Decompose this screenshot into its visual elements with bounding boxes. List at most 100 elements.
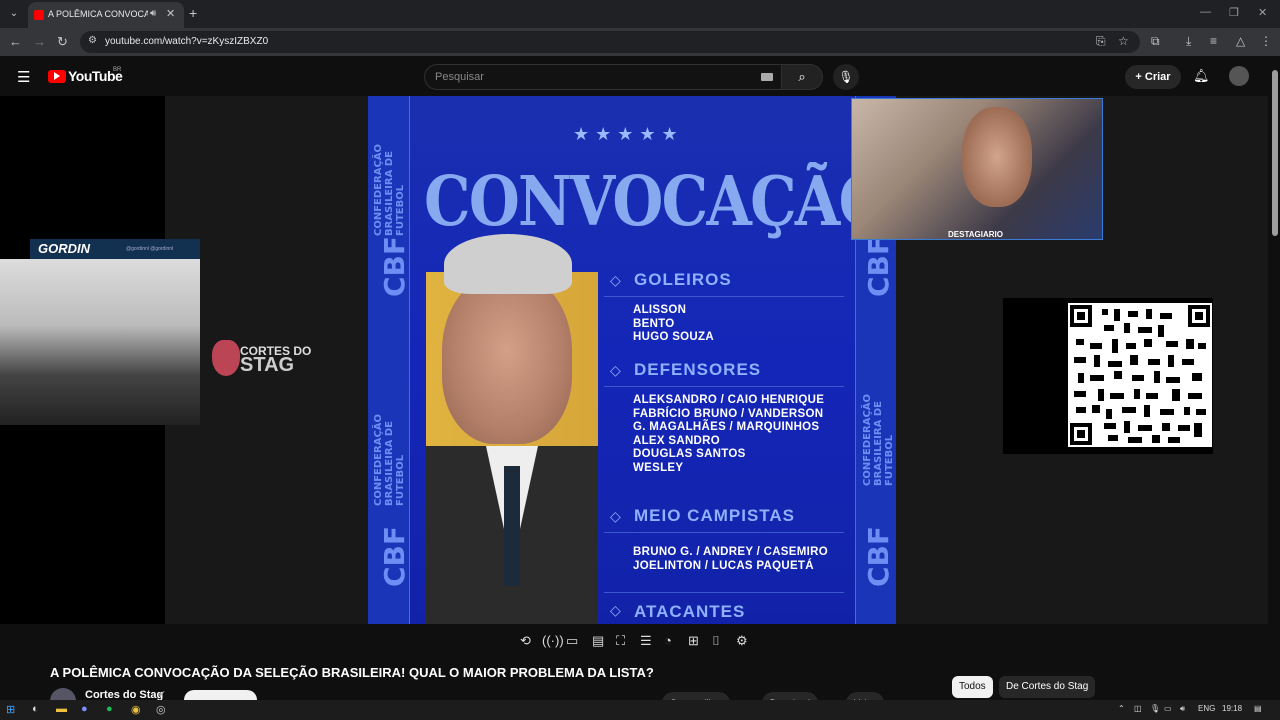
band-logo-right: CBF [862,236,895,298]
screenshot-camera-icon[interactable]: ⌷ [712,633,720,649]
reload-icon[interactable]: ↻ [57,34,68,50]
page-scrollbar[interactable] [1272,70,1278,236]
loop-icon[interactable]: ⟲ [520,633,531,649]
region-code: BR [113,67,122,73]
player-name: HUGO SOUZA [633,331,714,344]
section-heading-goleiros: GOLEIROS [634,270,732,289]
tray-app-icon[interactable]: ◫ [1134,704,1142,713]
band-text-right: CONFEDERAÇÃO BRASILEIRA DE FUTEBOL [862,393,895,486]
speaker-icon[interactable]: 🔊︎ [150,8,156,19]
player-name: G. MAGALHÃES / MARQUINHOS [633,421,820,434]
speed-icon[interactable]: ◔ [664,633,672,648]
url-text: youtube.com/watch?v=zKyszIZBXZ0 [105,36,269,47]
diamond-icon: ◇ [610,508,621,524]
reading-list-icon[interactable]: ≡ [1210,34,1217,48]
notifications-icon[interactable]: ▤ [1254,704,1262,713]
tray-chevron-icon[interactable]: ⌃ [1118,704,1125,713]
subtitles-icon[interactable]: ☰ [640,633,652,649]
diamond-icon: ◇ [610,602,621,618]
windows-start-icon[interactable]: ⊞ [6,703,15,716]
defensores-list: ALEKSANDRO / CAIO HENRIQUE FABRÍCIO BRUN… [633,394,824,476]
restore-icon[interactable]: ❐ [1229,6,1239,19]
webcam-overlay-left [0,259,200,425]
search-input[interactable]: Pesquisar [424,64,782,90]
player-name: JOELINTON / LUCAS PAQUETÁ [633,559,814,572]
section-heading-meio-campistas: MEIO CAMPISTAS [634,506,796,525]
poster-band-left: CONFEDERAÇÃO BRASILEIRA DE FUTEBOL CBF C… [368,96,411,624]
chip-from-channel[interactable]: De Cortes do Stag [999,676,1096,698]
volume-icon[interactable]: 🔊︎ [1180,704,1185,714]
hamburger-menu-icon[interactable]: ☰ [17,68,30,86]
play-triangle-icon [54,72,60,80]
film-icon[interactable]: ▤ [592,633,604,649]
discord-icon[interactable]: ● [81,703,88,715]
broadcast-icon[interactable]: ((·)) [542,633,564,648]
chrome-icon[interactable]: ◉ [131,703,141,716]
webcam-overlay-right: DESTAGIARIO [851,98,1103,240]
player-name: FABRÍCIO BRUNO / VANDERSON [633,407,824,420]
image-icon[interactable]: ⛶ [616,633,625,649]
create-button[interactable]: + Criar [1125,65,1181,89]
convocacao-poster: CONFEDERAÇÃO BRASILEIRA DE FUTEBOL CBF C… [368,96,896,624]
window-close-icon[interactable]: ✕ [1258,6,1267,19]
search-icon: ⌕ [798,69,806,84]
verified-check-icon: ✔ [158,689,166,699]
goleiros-list: ALISSON BENTO HUGO SOUZA [633,304,714,345]
cast-icon[interactable]: ⎘ [1096,34,1106,49]
section-heading-atacantes: ATACANTES [634,602,746,621]
band-logo-left: CBF [378,236,411,298]
extensions-icon[interactable]: ⧉ [1151,34,1160,49]
search-button[interactable]: ⌕ [781,64,823,90]
bookmark-star-icon[interactable]: ☆ [1118,34,1129,48]
video-player[interactable]: GORDIN @gordinnl @gordinnl CORTES DO STA… [0,96,1268,624]
player-name: ALEX SANDRO [633,434,721,447]
site-info-icon[interactable]: ⚙ [88,35,97,46]
tab-search-icon[interactable]: ⌄ [6,6,22,22]
settings-gear-icon[interactable]: ⚙ [736,633,748,649]
poster-title: CONVOCAÇÃO [424,162,890,242]
coach-hair [444,234,572,294]
app-icon[interactable]: ◐ [32,703,39,715]
clock[interactable]: 19:18 [1222,704,1242,713]
chip-all[interactable]: Todos [952,676,993,698]
youtube-header: ☰ YouTube BR Pesquisar ⌕ 🎙︎ + Criar 🔔︎ [0,56,1280,96]
voice-search-button[interactable]: 🎙︎ [833,64,859,90]
forward-icon[interactable]: → [33,34,46,49]
diamond-icon: ◇ [610,272,621,288]
qr-finder [1070,423,1092,445]
new-tab-icon[interactable]: + [189,5,197,21]
streamer-name: GORDIN [38,241,90,256]
search-placeholder: Pesquisar [435,71,484,83]
section-divider [604,592,844,593]
back-icon[interactable]: ← [9,34,22,49]
language-indicator[interactable]: ENG [1198,704,1215,713]
download-icon[interactable]: ⤓ [1186,34,1191,49]
avatar[interactable] [1229,66,1249,86]
player-name: WESLEY [633,461,684,474]
address-bar[interactable]: ⚙ youtube.com/watch?v=zKyszIZBXZ0 [80,31,1140,53]
folder-icon[interactable]: ▬ [56,703,67,715]
streamer-handles: @gordinnl @gordinnl [126,246,174,252]
notifications-bell-icon[interactable]: 🔔︎ [1193,68,1210,84]
player-name: DOUGLAS SANTOS [633,448,746,461]
tab-title: A POLÊMICA CONVOCAÇÃ [48,9,148,19]
network-icon[interactable]: ▭ [1164,704,1172,713]
band-text-left-2: CONFEDERAÇÃO BRASILEIRA DE FUTEBOL [373,413,406,506]
brand-line-2: STAG [240,354,295,376]
mic-tray-icon[interactable]: 🎙︎ [1150,704,1160,713]
browser-tab[interactable]: A POLÊMICA CONVOCAÇÃ 🔊︎ ✕ [28,2,184,28]
create-label: Criar [1144,71,1171,83]
streamer-face [962,107,1032,207]
close-icon[interactable]: ✕ [166,7,175,20]
section-divider [604,296,844,297]
band-logo-left-2: CBF [378,526,411,588]
band-text-left: CONFEDERAÇÃO BRASILEIRA DE FUTEBOL [373,143,406,236]
picture-in-picture-icon[interactable]: ▭ [566,633,578,649]
add-icon[interactable]: ⊞ [688,633,699,649]
minimize-icon[interactable]: — [1200,6,1211,18]
keyboard-icon[interactable] [761,73,773,81]
profile-icon[interactable]: △ [1236,34,1245,48]
spotify-icon[interactable]: ● [106,703,113,715]
app-icon[interactable]: ◎ [156,703,166,716]
menu-kebab-icon[interactable]: ⋮ [1260,34,1272,48]
